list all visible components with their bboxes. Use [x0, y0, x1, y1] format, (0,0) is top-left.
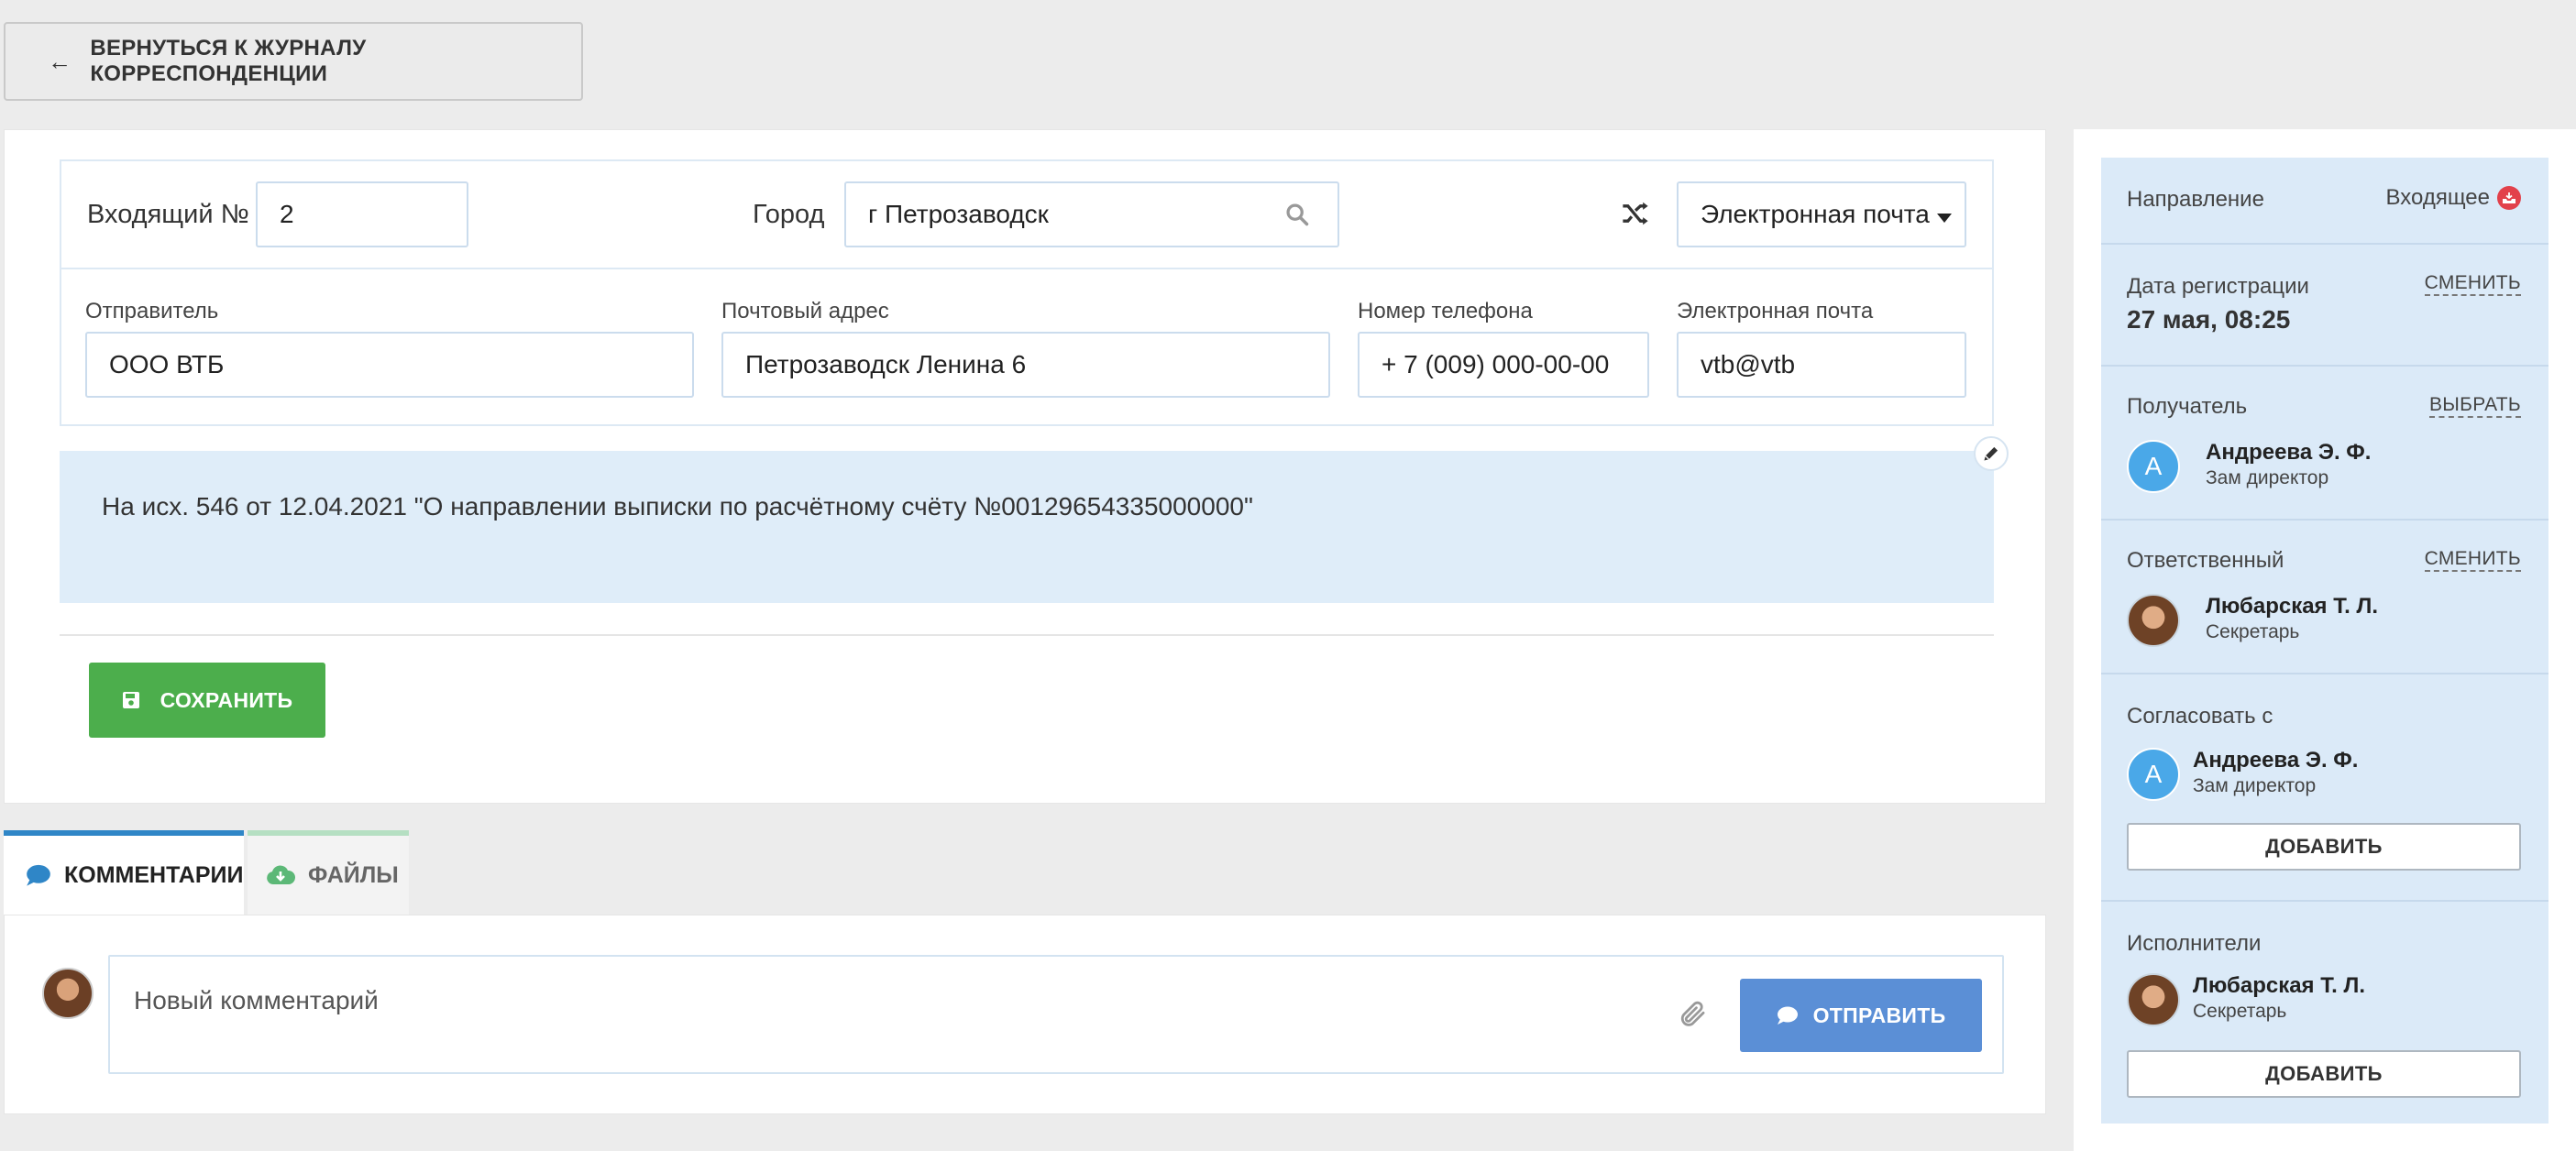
correspondent-form: Входящий № 2 Город г Петрозаводск Электр… — [60, 159, 1994, 426]
channel-select[interactable]: Электронная почта — [1677, 181, 1966, 247]
reg-date-label: Дата регистрации — [2127, 274, 2309, 299]
tab-files-label: ФАЙЛЫ — [308, 861, 399, 888]
back-button-label: ВЕРНУТЬСЯ К ЖУРНАЛУ КОРРЕСПОНДЕНЦИИ — [90, 36, 367, 86]
email-input[interactable]: vtb@vtb — [1677, 332, 1966, 398]
address-label: Почтовый адрес — [721, 299, 889, 323]
address-input[interactable]: Петрозаводск Ленина 6 — [721, 332, 1330, 398]
change-date-link[interactable]: СМЕНИТЬ — [2424, 272, 2521, 296]
change-responsible-link[interactable]: СМЕНИТЬ — [2424, 548, 2521, 572]
save-label: СОХРАНИТЬ — [160, 687, 293, 712]
avatar — [2127, 594, 2180, 647]
send-button[interactable]: ОТПРАВИТЬ — [1740, 979, 1982, 1052]
executor-name[interactable]: Любарская Т. Л. — [2193, 973, 2365, 999]
form-top-row: Входящий № 2 Город г Петрозаводск Электр… — [61, 161, 1992, 269]
avatar — [42, 968, 94, 1019]
add-executor-button[interactable]: ДОБАВИТЬ — [2127, 1050, 2521, 1098]
reg-date-section: Дата регистрации СМЕНИТЬ 27 мая, 08:25 — [2101, 245, 2548, 367]
executors-section: Исполнители Любарская Т. Л. Секретарь ДО… — [2101, 902, 2548, 1124]
avatar: А — [2127, 440, 2180, 493]
city-label: Город — [753, 200, 825, 229]
caret-down-icon — [1937, 214, 1952, 223]
sender-label: Отправитель — [85, 299, 219, 323]
direction-section: Направление Входящее — [2101, 158, 2548, 245]
arrow-left-icon: ← — [48, 47, 72, 75]
subject-text[interactable]: На исх. 546 от 12.04.2021 "О направлении… — [60, 451, 1994, 603]
city-value: г Петрозаводск — [868, 200, 1049, 228]
floppy-icon — [122, 692, 139, 708]
direction-text: Входящее — [2385, 185, 2490, 210]
tab-files[interactable]: ФАЙЛЫ — [248, 830, 409, 915]
direction-label: Направление — [2127, 187, 2264, 212]
phone-label: Номер телефона — [1358, 299, 1533, 323]
pencil-icon[interactable] — [1974, 436, 2009, 471]
comment-icon — [1777, 1006, 1798, 1025]
inbox-icon — [2497, 186, 2521, 210]
number-input[interactable]: 2 — [256, 181, 468, 247]
search-icon — [1286, 203, 1309, 226]
executors-label: Исполнители — [2127, 931, 2262, 956]
tab-comments[interactable]: КОММЕНТАРИИ — [4, 830, 244, 915]
sidebar: Направление Входящее Дата регистрации СМ… — [2101, 158, 2548, 1124]
choose-recipient-link[interactable]: ВЫБРАТЬ — [2428, 394, 2521, 418]
recipient-label: Получатель — [2127, 394, 2248, 419]
cloud-download-icon — [267, 865, 295, 884]
approver-name[interactable]: Андреева Э. Ф. — [2193, 748, 2358, 773]
responsible-name[interactable]: Любарская Т. Л. — [2206, 594, 2378, 619]
phone-input[interactable]: + 7 (009) 000-00-00 — [1358, 332, 1649, 398]
approve-section: Согласовать с А Андреева Э. Ф. Зам дирек… — [2101, 674, 2548, 902]
form-divider — [60, 634, 1994, 636]
recipient-role: Зам директор — [2206, 467, 2329, 488]
recipient-name[interactable]: Андреева Э. Ф. — [2206, 440, 2371, 466]
sender-input[interactable]: ООО ВТБ — [85, 332, 694, 398]
approver-role: Зам директор — [2193, 775, 2317, 796]
shuffle-icon[interactable] — [1620, 200, 1651, 227]
executor-role: Секретарь — [2193, 1001, 2287, 1022]
responsible-label: Ответственный — [2127, 548, 2284, 573]
paperclip-icon[interactable] — [1678, 999, 1709, 1032]
back-to-journal-button[interactable]: ← ВЕРНУТЬСЯ К ЖУРНАЛУ КОРРЕСПОНДЕНЦИИ — [4, 22, 583, 101]
comment-input[interactable]: Новый комментарий — [108, 955, 2004, 1074]
email-label: Электронная почта — [1677, 299, 1874, 323]
responsible-section: Ответственный СМЕНИТЬ Любарская Т. Л. Се… — [2101, 521, 2548, 674]
channel-value: Электронная почта — [1701, 200, 1930, 228]
main-form-panel: Входящий № 2 Город г Петрозаводск Электр… — [4, 129, 2046, 804]
number-label: Входящий № — [87, 200, 249, 229]
save-button[interactable]: СОХРАНИТЬ — [89, 663, 325, 738]
send-label: ОТПРАВИТЬ — [1812, 1003, 1946, 1027]
approve-label: Согласовать с — [2127, 704, 2273, 729]
tab-comments-label: КОММЕНТАРИИ — [64, 861, 244, 888]
city-input[interactable]: г Петрозаводск — [844, 181, 1339, 247]
responsible-role: Секретарь — [2206, 621, 2300, 642]
avatar: А — [2127, 748, 2180, 801]
add-approver-button[interactable]: ДОБАВИТЬ — [2127, 823, 2521, 871]
reg-date-value: 27 мая, 08:25 — [2127, 305, 2291, 334]
avatar — [2127, 973, 2180, 1026]
recipient-section: Получатель ВЫБРАТЬ А Андреева Э. Ф. Зам … — [2101, 367, 2548, 521]
direction-value: Входящее — [2386, 185, 2521, 211]
comment-icon — [27, 864, 50, 886]
